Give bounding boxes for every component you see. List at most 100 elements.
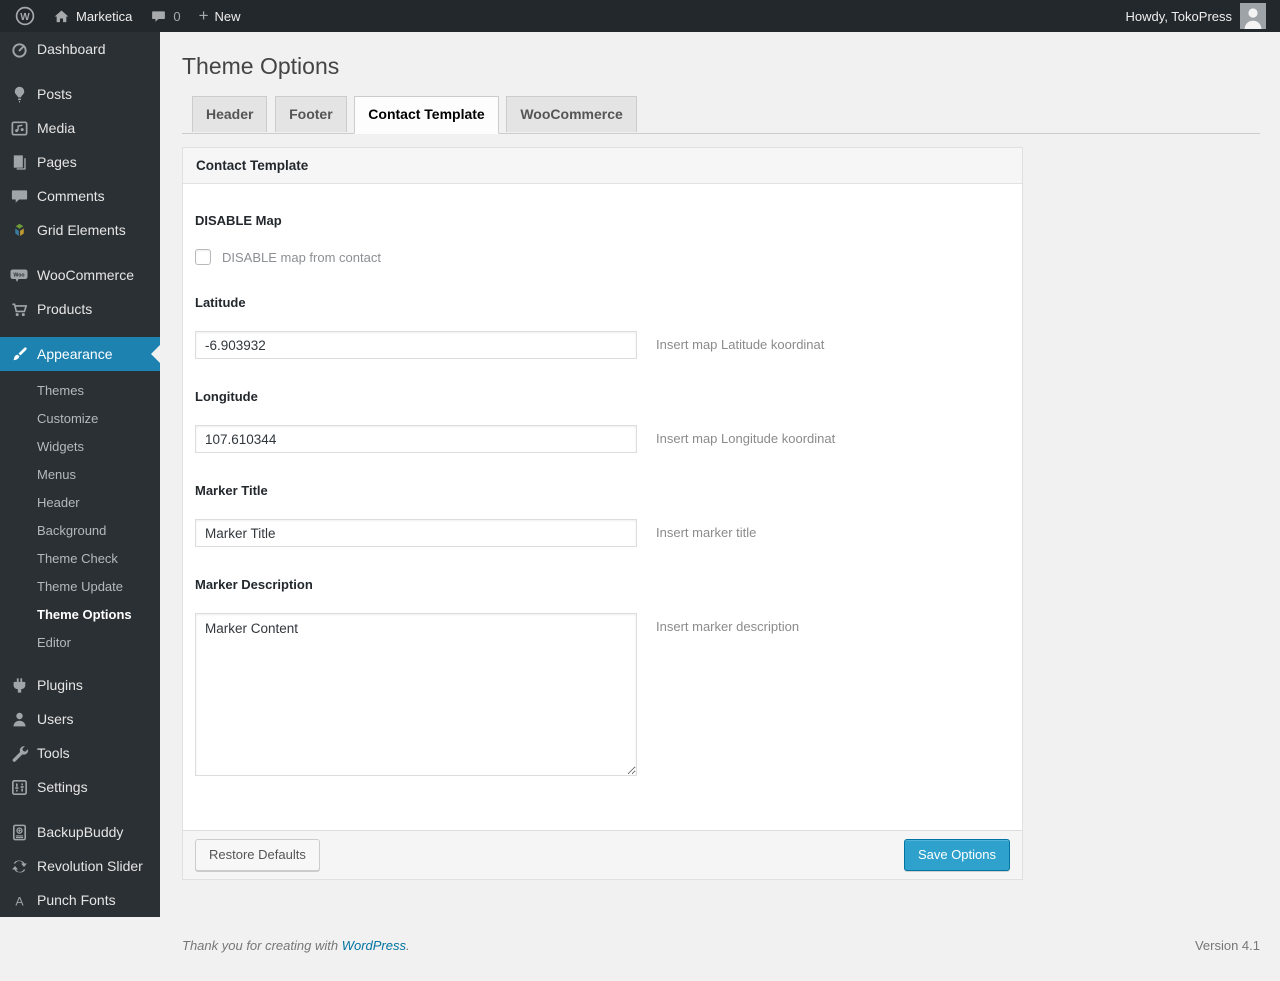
submenu-item-theme-update[interactable]: Theme Update bbox=[0, 572, 160, 600]
main-content-area: Theme Options Header Footer Contact Temp… bbox=[160, 0, 1280, 981]
longitude-field: Longitude Insert map Longitude koordinat bbox=[195, 389, 1010, 453]
sidebar-item-appearance[interactable]: Appearance bbox=[0, 337, 160, 371]
restore-defaults-button[interactable]: Restore Defaults bbox=[195, 839, 320, 871]
howdy-text: Howdy, TokoPress bbox=[1126, 9, 1232, 24]
sidebar-item-label: WooCommerce bbox=[37, 267, 134, 283]
submenu-item-menus[interactable]: Menus bbox=[0, 460, 160, 488]
panel-body: DISABLE Map DISABLE map from contact Lat… bbox=[183, 184, 1022, 830]
disable-map-checkbox[interactable] bbox=[195, 249, 211, 265]
sidebar-item-media[interactable]: Media bbox=[0, 111, 160, 145]
submenu-item-theme-check[interactable]: Theme Check bbox=[0, 544, 160, 572]
submenu-item-themes[interactable]: Themes bbox=[0, 376, 160, 404]
sidebar-item-comments[interactable]: Comments bbox=[0, 179, 160, 213]
svg-text:A: A bbox=[15, 894, 24, 908]
sidebar-item-label: Punch Fonts bbox=[37, 892, 116, 908]
sidebar-item-pages[interactable]: Pages bbox=[0, 145, 160, 179]
wrench-icon bbox=[9, 743, 29, 763]
latitude-field: Latitude Insert map Latitude koordinat bbox=[195, 295, 1010, 359]
svg-text:W: W bbox=[20, 12, 30, 23]
sidebar-item-grid-elements[interactable]: Grid Elements bbox=[0, 213, 160, 247]
page-footer: Thank you for creating with WordPress. V… bbox=[182, 938, 1260, 961]
wordpress-link[interactable]: WordPress bbox=[342, 938, 406, 953]
marker-title-hint: Insert marker title bbox=[656, 519, 756, 540]
disable-map-checkbox-row: DISABLE map from contact bbox=[195, 249, 1010, 265]
sidebar-item-label: Appearance bbox=[37, 346, 113, 362]
marker-title-input[interactable] bbox=[195, 519, 637, 547]
submenu-item-theme-options[interactable]: Theme Options bbox=[0, 600, 160, 628]
save-options-button[interactable]: Save Options bbox=[904, 839, 1010, 871]
latitude-input[interactable] bbox=[195, 331, 637, 359]
submenu-item-background[interactable]: Background bbox=[0, 516, 160, 544]
menu-separator bbox=[0, 326, 160, 337]
sidebar-item-settings[interactable]: Settings bbox=[0, 770, 160, 804]
sidebar-item-punch-fonts[interactable]: A Punch Fonts bbox=[0, 883, 160, 917]
sidebar-item-label: Media bbox=[37, 120, 75, 136]
site-name: Marketica bbox=[76, 9, 132, 24]
latitude-label: Latitude bbox=[195, 295, 1010, 310]
sidebar-item-tools[interactable]: Tools bbox=[0, 736, 160, 770]
tab-contact-template[interactable]: Contact Template bbox=[354, 96, 498, 135]
panel-footer: Restore Defaults Save Options bbox=[183, 830, 1022, 879]
sidebar-item-products[interactable]: Products bbox=[0, 292, 160, 326]
panel-title: Contact Template bbox=[183, 148, 1022, 184]
marker-description-label: Marker Description bbox=[195, 577, 1010, 592]
menu-separator bbox=[0, 804, 160, 815]
contact-template-panel: Contact Template DISABLE Map DISABLE map… bbox=[182, 147, 1023, 880]
new-label: New bbox=[215, 9, 241, 24]
sidebar-item-posts[interactable]: Posts bbox=[0, 77, 160, 111]
sidebar-item-label: Pages bbox=[37, 154, 77, 170]
tab-footer[interactable]: Footer bbox=[275, 96, 347, 133]
theme-options-tabs: Header Footer Contact Template WooCommer… bbox=[182, 96, 1260, 135]
home-icon bbox=[53, 8, 70, 25]
dashboard-icon bbox=[9, 39, 29, 59]
woocommerce-icon: Woo bbox=[9, 265, 29, 285]
grid-elements-icon bbox=[9, 220, 29, 240]
longitude-input[interactable] bbox=[195, 425, 637, 453]
appearance-submenu: Themes Customize Widgets Menus Header Ba… bbox=[0, 371, 160, 668]
disable-map-checkbox-label: DISABLE map from contact bbox=[222, 250, 381, 265]
sidebar-item-label: BackupBuddy bbox=[37, 824, 123, 840]
tab-header[interactable]: Header bbox=[192, 96, 267, 133]
comments-admin-bar-menu[interactable]: 0 bbox=[141, 0, 189, 32]
refresh-arrows-icon bbox=[9, 856, 29, 876]
settings-icon bbox=[9, 777, 29, 797]
sidebar-item-dashboard[interactable]: Dashboard bbox=[0, 32, 160, 66]
new-content-menu[interactable]: + New bbox=[190, 0, 250, 32]
disable-map-field: DISABLE Map DISABLE map from contact bbox=[195, 213, 1010, 265]
comments-icon bbox=[9, 186, 29, 206]
sidebar-item-backupbuddy[interactable]: BackupBuddy bbox=[0, 815, 160, 849]
sidebar-item-users[interactable]: Users bbox=[0, 702, 160, 736]
submenu-item-widgets[interactable]: Widgets bbox=[0, 432, 160, 460]
longitude-label: Longitude bbox=[195, 389, 1010, 404]
sidebar-item-revolution-slider[interactable]: Revolution Slider bbox=[0, 849, 160, 883]
pages-icon bbox=[9, 152, 29, 172]
page-title: Theme Options bbox=[182, 42, 1260, 94]
pin-icon bbox=[9, 84, 29, 104]
sidebar-item-label: Dashboard bbox=[37, 41, 106, 57]
wordpress-logo-menu[interactable]: W bbox=[6, 0, 44, 32]
marker-description-textarea[interactable]: Marker Content bbox=[195, 613, 637, 776]
submenu-item-editor[interactable]: Editor bbox=[0, 628, 160, 656]
footer-thanks: Thank you for creating with WordPress. bbox=[182, 938, 410, 953]
marker-title-label: Marker Title bbox=[195, 483, 1010, 498]
submenu-item-customize[interactable]: Customize bbox=[0, 404, 160, 432]
admin-bar: W Marketica 0 + New Howdy, TokoPress bbox=[0, 0, 1280, 32]
sidebar-item-label: Comments bbox=[37, 188, 105, 204]
sidebar-item-label: Users bbox=[37, 711, 74, 727]
sidebar-item-label: Tools bbox=[37, 745, 70, 761]
tab-woocommerce[interactable]: WooCommerce bbox=[506, 96, 636, 133]
sidebar-item-woocommerce[interactable]: Woo WooCommerce bbox=[0, 258, 160, 292]
sidebar-item-label: Revolution Slider bbox=[37, 858, 143, 874]
sidebar-item-label: Settings bbox=[37, 779, 88, 795]
longitude-hint: Insert map Longitude koordinat bbox=[656, 425, 835, 446]
submenu-item-header[interactable]: Header bbox=[0, 488, 160, 516]
sidebar-item-plugins[interactable]: Plugins bbox=[0, 668, 160, 702]
sidebar-item-label: Plugins bbox=[37, 677, 83, 693]
users-icon bbox=[9, 709, 29, 729]
brush-icon bbox=[9, 344, 29, 364]
site-name-menu[interactable]: Marketica bbox=[44, 0, 141, 32]
menu-separator bbox=[0, 66, 160, 77]
backup-drive-icon bbox=[9, 822, 29, 842]
avatar bbox=[1240, 3, 1266, 29]
my-account-menu[interactable]: Howdy, TokoPress bbox=[1124, 0, 1268, 32]
